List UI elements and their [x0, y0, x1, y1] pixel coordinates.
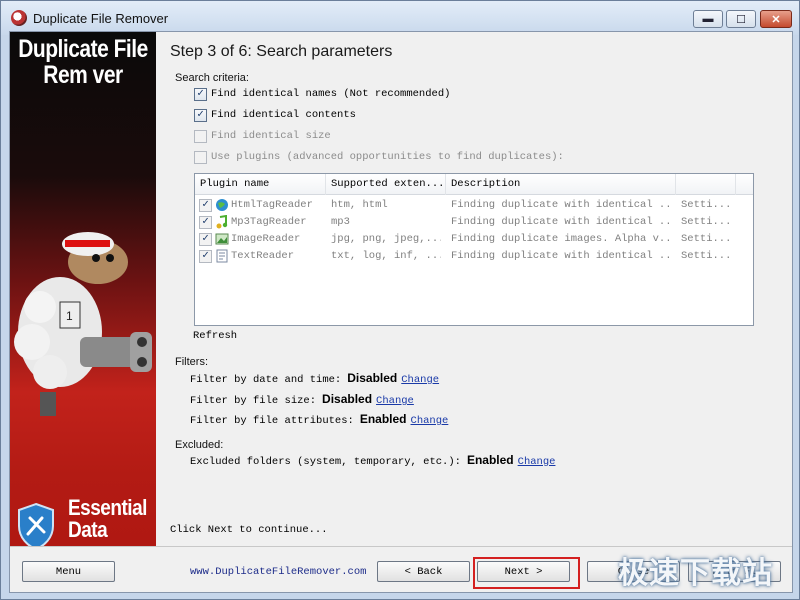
change-excluded-link[interactable]: Change: [518, 456, 556, 468]
title-bar[interactable]: Duplicate File Remover ▬ ☐ ✕: [1, 1, 799, 35]
maximize-button[interactable]: ☐: [726, 10, 756, 28]
continue-hint: Click Next to continue...: [170, 524, 328, 536]
filter-file-attributes: Filter by file attributes: Enabled Chang…: [190, 412, 449, 427]
menu-button[interactable]: Menu: [22, 561, 115, 582]
checkbox-use-plugins: [194, 150, 207, 164]
plugin-settings-link: Setti...: [681, 233, 732, 245]
plugin-row[interactable]: ✓ HtmlTagReader htm, html Finding duplic…: [195, 197, 753, 214]
plugin-settings-link: Setti...: [681, 199, 732, 211]
excluded-folders: Excluded folders (system, temporary, etc…: [190, 453, 556, 468]
option-identical-names[interactable]: ✓ Find identical names (Not recommended): [194, 87, 450, 101]
website-link[interactable]: www.DuplicateFileRemover.com: [190, 566, 366, 578]
product-name-line1: Duplicate File: [18, 35, 148, 64]
checkbox-identical-size: [194, 129, 207, 143]
filters-label: Filters:: [175, 356, 208, 368]
music-note-icon: [216, 215, 228, 229]
excluded-folders-status: Enabled: [466, 453, 514, 467]
window-title: Duplicate File Remover: [33, 11, 169, 26]
change-attributes-filter-link[interactable]: Change: [411, 415, 449, 427]
option-use-plugins: Use plugins (advanced opportunities to f…: [194, 150, 564, 164]
option-identical-size: Find identical size: [194, 129, 331, 143]
filter-file-size: Filter by file size: Disabled Change: [190, 392, 414, 407]
product-banner: Duplicate File Rem ver 1 Essential Data: [10, 32, 156, 546]
svg-text:1: 1: [66, 309, 73, 323]
column-description[interactable]: Description: [446, 174, 676, 195]
app-icon: [11, 10, 27, 26]
globe-icon: [216, 199, 228, 211]
checkbox-identical-contents[interactable]: ✓: [194, 108, 207, 122]
site-watermark: 极速下载站: [618, 556, 773, 591]
checkbox-identical-names[interactable]: ✓: [194, 87, 207, 101]
close-window-button[interactable]: ✕: [760, 10, 792, 28]
app-window: Duplicate File Remover ▬ ☐ ✕ Duplicate F…: [0, 0, 800, 600]
plugin-row[interactable]: ✓ Mp3TagReader mp3 Finding duplicate wit…: [195, 214, 753, 231]
refresh-link[interactable]: Refresh: [193, 330, 237, 342]
plugin-list[interactable]: Plugin name Supported exten... Descripti…: [194, 173, 754, 326]
plugin-settings-link: Setti...: [681, 250, 732, 262]
change-size-filter-link[interactable]: Change: [376, 395, 414, 407]
next-button[interactable]: Next >: [477, 561, 570, 582]
plugin-checkbox: ✓: [199, 233, 212, 246]
column-settings[interactable]: [676, 174, 736, 195]
filter-size-status: Disabled: [322, 392, 373, 406]
plugin-row[interactable]: ✓ ImageReader jpg, png, jpeg,... Finding…: [195, 231, 753, 248]
image-icon: [215, 233, 229, 245]
filter-date-status: Disabled: [347, 371, 398, 385]
filter-date-time: Filter by date and time: Disabled Change: [190, 371, 440, 386]
essential-data-tools-logo-icon: [18, 502, 54, 546]
product-name-line2: Rem ver: [43, 61, 123, 90]
company-name-line2: Data Tools: [68, 518, 115, 546]
sheep-mascot-illustration: 1: [14, 232, 152, 416]
excluded-label: Excluded:: [175, 439, 224, 451]
plugin-list-header: Plugin name Supported exten... Descripti…: [195, 174, 753, 195]
minimize-button[interactable]: ▬: [693, 10, 723, 28]
column-supported-extensions[interactable]: Supported exten...: [326, 174, 446, 195]
option-identical-contents[interactable]: ✓ Find identical contents: [194, 108, 356, 122]
search-criteria-label: Search criteria:: [175, 72, 249, 84]
plugin-checkbox: ✓: [199, 199, 212, 212]
document-icon: [216, 249, 228, 263]
wizard-client-area: Duplicate File Rem ver 1 Essential Data …: [9, 31, 793, 593]
step-title: Step 3 of 6: Search parameters: [170, 43, 393, 60]
plugin-settings-link: Setti...: [681, 216, 732, 228]
column-plugin-name[interactable]: Plugin name: [195, 174, 326, 195]
change-date-filter-link[interactable]: Change: [401, 374, 439, 386]
plugin-checkbox: ✓: [199, 216, 212, 229]
filter-attributes-status: Enabled: [359, 412, 407, 426]
plugin-checkbox: ✓: [199, 250, 212, 263]
plugin-row[interactable]: ✓ TextReader txt, log, inf, ... Finding …: [195, 248, 753, 265]
back-button[interactable]: < Back: [377, 561, 470, 582]
